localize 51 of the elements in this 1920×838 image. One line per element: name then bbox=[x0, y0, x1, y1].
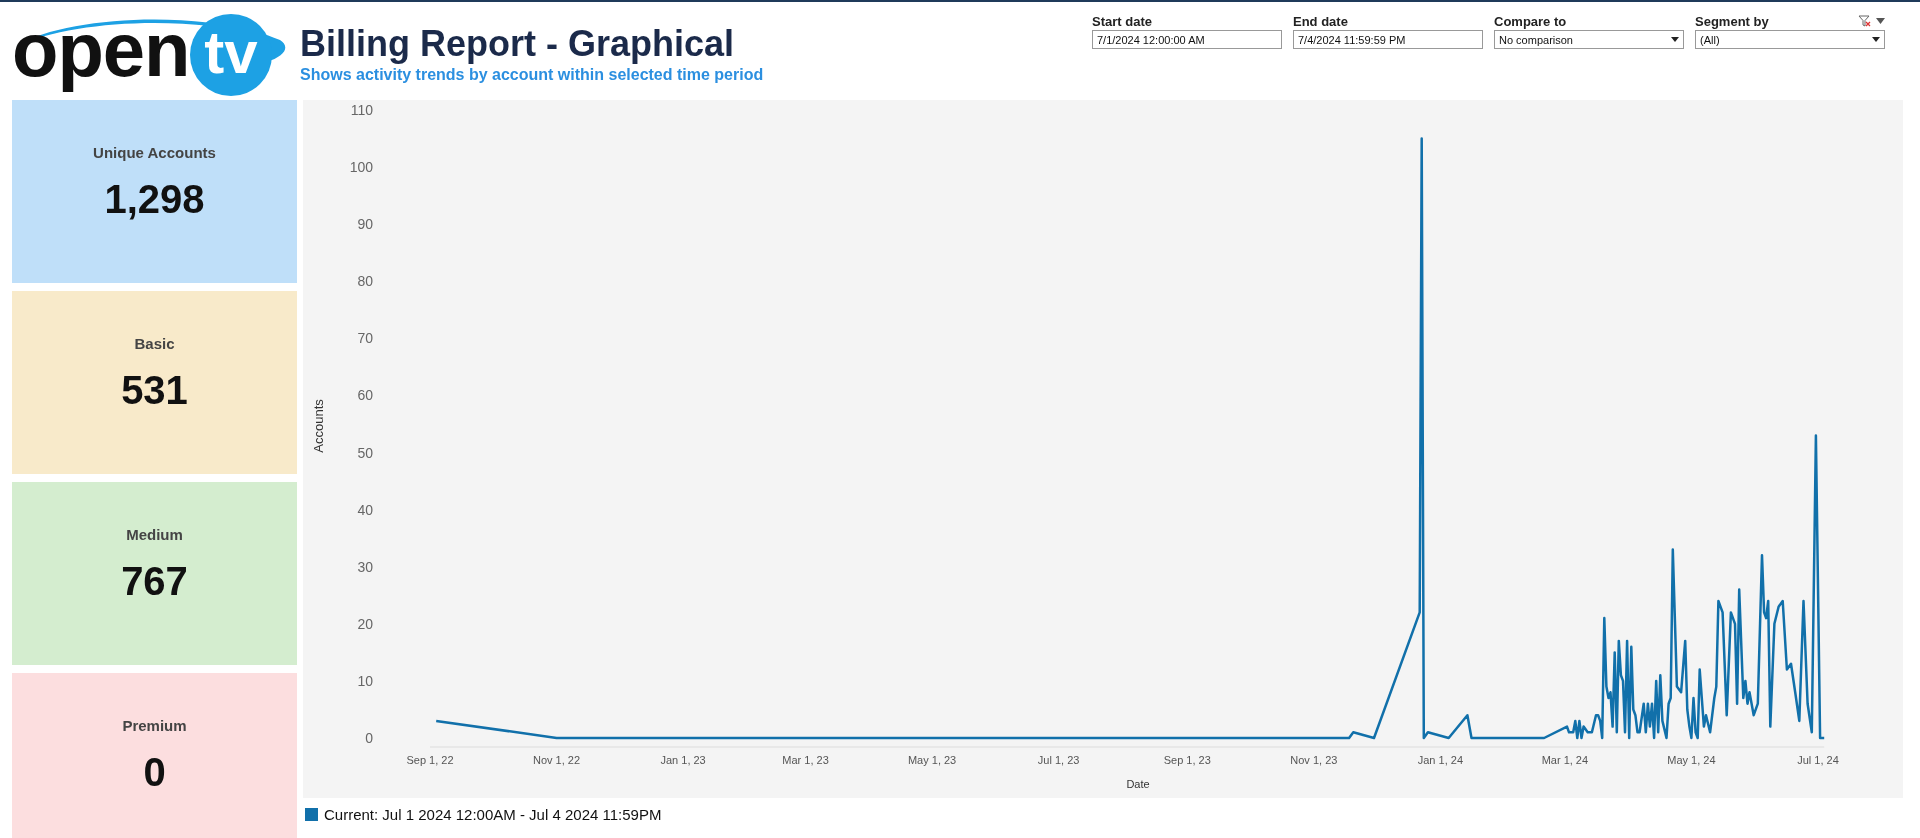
kpi-label: Premium bbox=[122, 717, 187, 734]
logo: open tv bbox=[0, 2, 290, 100]
x-tick-label: Nov 1, 22 bbox=[533, 754, 581, 766]
caret-icon bbox=[1872, 37, 1880, 42]
x-tick-label: Sep 1, 23 bbox=[1163, 754, 1211, 766]
report-title: Billing Report - Graphical bbox=[300, 24, 736, 64]
legend-label: Current: Jul 1 2024 12:00AM - Jul 4 2024 11:59PM bbox=[324, 806, 662, 823]
y-tick-label: 20 bbox=[357, 615, 373, 632]
kpi-value: 531 bbox=[121, 368, 188, 413]
legend-swatch bbox=[305, 808, 318, 821]
caret-icon bbox=[1671, 37, 1679, 42]
y-tick-label: 60 bbox=[357, 387, 373, 404]
y-tick-label: 40 bbox=[357, 501, 373, 518]
y-tick-label: 70 bbox=[357, 330, 373, 347]
filter-label: Compare to bbox=[1494, 13, 1567, 29]
dropdown-select[interactable]: (All) bbox=[1695, 30, 1885, 49]
kpi-label: Basic bbox=[134, 335, 175, 352]
date-input[interactable]: 7/1/2024 12:00:00 AM bbox=[1092, 30, 1282, 49]
kpi-value: 767 bbox=[121, 559, 188, 604]
clear-filter-icon[interactable] bbox=[1858, 15, 1872, 27]
kpi-value: 1,298 bbox=[104, 177, 205, 222]
x-tick-label: Jan 1, 23 bbox=[660, 754, 706, 766]
x-tick-label: Jul 1, 24 bbox=[1797, 754, 1839, 766]
y-tick-label: 100 bbox=[349, 159, 373, 176]
y-tick-label: 30 bbox=[357, 558, 373, 575]
x-tick-label: Mar 1, 24 bbox=[1541, 754, 1589, 766]
filter-label: Segment by bbox=[1695, 13, 1769, 29]
x-tick-label: May 1, 23 bbox=[907, 754, 957, 766]
x-axis-title: Date bbox=[1126, 778, 1150, 790]
x-tick-label: Jul 1, 23 bbox=[1037, 754, 1080, 766]
kpi-label: Unique Accounts bbox=[93, 144, 216, 161]
report-subtitle: Shows activity trends by account within selected time period bbox=[300, 66, 765, 84]
y-tick-label: 10 bbox=[357, 672, 373, 689]
x-tick-label: Jan 1, 24 bbox=[1417, 754, 1464, 766]
y-tick-label: 90 bbox=[357, 216, 373, 233]
y-tick-label: 50 bbox=[357, 444, 373, 461]
x-tick-label: May 1, 24 bbox=[1667, 754, 1716, 766]
dropdown-select[interactable]: No comparison bbox=[1494, 30, 1684, 49]
dropdown-caret-icon[interactable] bbox=[1876, 18, 1885, 24]
filter-label: Start date bbox=[1092, 13, 1152, 29]
y-tick-label: 80 bbox=[357, 273, 373, 290]
y-tick-label: 110 bbox=[350, 102, 373, 118]
kpi-value: 0 bbox=[143, 750, 166, 795]
x-tick-label: Nov 1, 23 bbox=[1290, 754, 1338, 766]
y-tick-label: 0 bbox=[365, 730, 373, 746]
filter-label: End date bbox=[1293, 13, 1348, 29]
y-axis-title: Accounts bbox=[311, 399, 326, 453]
x-tick-label: Mar 1, 23 bbox=[782, 754, 829, 766]
x-tick-label: Sep 1, 22 bbox=[406, 754, 454, 766]
date-input[interactable]: 7/4/2024 11:59:59 PM bbox=[1293, 30, 1483, 49]
kpi-label: Medium bbox=[126, 526, 183, 543]
